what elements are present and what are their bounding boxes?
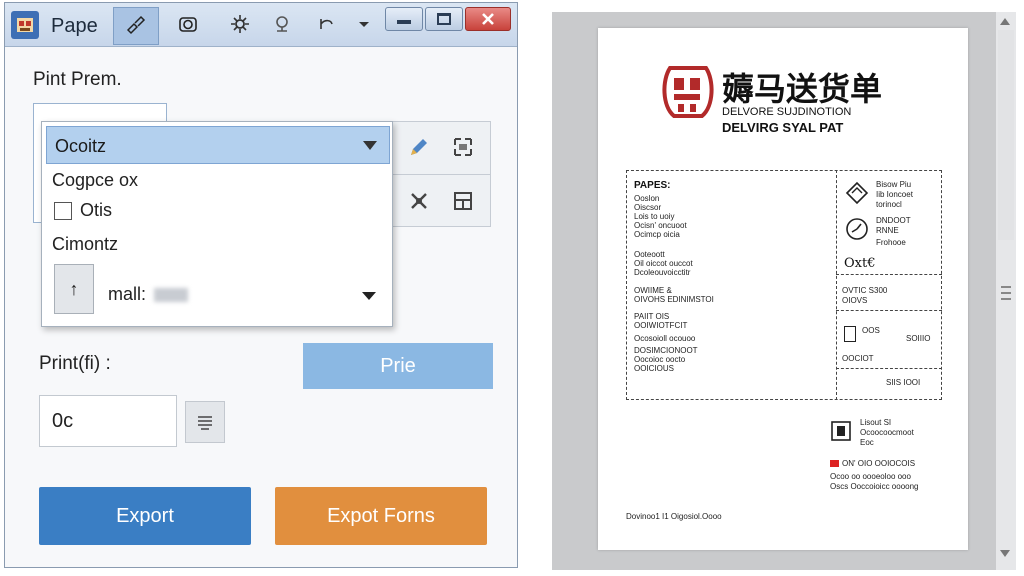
dropdown-selected-option[interactable]: Ocoitz — [46, 126, 390, 164]
print-field-label: Print(fi) : — [39, 353, 111, 374]
row-divider — [836, 310, 942, 311]
text-line: Bisow Piu — [876, 180, 912, 189]
print-preview-label: Pint Prem. — [33, 69, 122, 90]
maximize-icon — [437, 13, 451, 25]
text-line: Ocimcp oicia — [634, 230, 680, 239]
column-divider — [836, 170, 837, 400]
handwritten-note: Oxt€ — [844, 256, 876, 271]
text-line: Dcoleouvoicctitr — [634, 268, 691, 277]
list-options-button[interactable] — [185, 401, 225, 443]
move-up-button[interactable]: ↑ — [54, 264, 94, 314]
tool-panel — [385, 121, 491, 227]
mail-value-redacted — [154, 288, 188, 302]
text-line: Oscs Ooccoioicc oooong — [830, 482, 919, 491]
document-title: 薅马送货单 — [722, 71, 883, 107]
pencil-icon[interactable] — [404, 132, 434, 162]
maximize-button[interactable] — [425, 7, 463, 31]
text-line: OIOVS — [842, 296, 868, 305]
document-page: 薅马送货单 DELVORE SUJDINOTION DELVIRG SYAL P… — [598, 28, 968, 550]
app-icon — [11, 11, 39, 39]
text-line: DNDOOT — [876, 216, 911, 225]
bottom-note: Dovinoo1 I1 Oigosiol.Oooo — [626, 512, 722, 521]
scroll-up-icon[interactable] — [1000, 18, 1010, 25]
text-line: Ocoocoocmoot — [860, 428, 914, 437]
print-button[interactable]: Prie — [303, 343, 493, 389]
row-divider — [836, 368, 942, 369]
selected-option-label: Ocoitz — [55, 136, 107, 156]
text-line: OOICIOUS — [634, 364, 675, 373]
text-line: SOIIIO — [906, 334, 931, 343]
arrow-up-icon: ↑ — [69, 278, 79, 299]
draw-icon[interactable] — [121, 9, 151, 39]
title-bar: Pape — [5, 3, 517, 47]
print-dialog-window: Pape Pint Prem. Ocoitz Cogpce ox Otis Ci… — [4, 2, 518, 568]
option-checkbox[interactable] — [54, 202, 72, 220]
text-line: RNNE — [876, 226, 899, 235]
document-subtitle-bold: DELVIRG SYAL PAT — [722, 120, 844, 135]
settings-icon[interactable] — [225, 9, 255, 39]
close-icon — [482, 13, 494, 25]
dropdown-popup: Ocoitz Cogpce ox Otis Cimontz ↑ mall: — [41, 121, 393, 327]
text-line: ON' OIO OOIOCOIS — [842, 459, 916, 468]
text-line: OOIWIOTFCIT — [634, 321, 688, 330]
dropdown-arrow-icon[interactable] — [363, 141, 377, 150]
red-marker — [830, 460, 839, 467]
text-line: Lisout SI — [860, 418, 892, 427]
minimize-button[interactable] — [385, 7, 423, 31]
document-icon — [844, 326, 856, 342]
globe-icon[interactable] — [267, 9, 297, 39]
stamp-icon — [831, 421, 851, 441]
text-line: Eoc — [860, 438, 874, 447]
text-line: OOS — [862, 326, 880, 335]
scrollbar-grip-icon[interactable] — [1000, 282, 1012, 312]
checkbox-label: Otis — [80, 200, 113, 220]
export-button[interactable]: Export — [39, 487, 251, 545]
text-line: torinocl — [876, 200, 902, 209]
mail-dropdown-arrow-icon[interactable] — [362, 292, 376, 300]
frame-icon[interactable] — [448, 132, 478, 162]
mail-label: mall: — [108, 284, 147, 304]
tools-icon[interactable] — [404, 186, 434, 216]
text-line: SIIS IOOI — [886, 378, 921, 387]
company-logo — [662, 66, 714, 118]
text-line: OVTIC S300 — [842, 286, 888, 295]
list-icon — [198, 416, 212, 430]
text-line: Iib Ioncoet — [876, 190, 913, 199]
scrollbar-thumb[interactable] — [998, 30, 1014, 240]
document-subtitle: DELVORE SUJDINOTION — [722, 106, 852, 118]
chevron-down-icon[interactable] — [349, 9, 379, 39]
text-line: OOCIOT — [842, 354, 874, 363]
export-forms-button[interactable]: Expot Forns — [275, 487, 487, 545]
dropdown-option[interactable]: Cogpce ox — [52, 170, 138, 191]
copies-input[interactable] — [39, 395, 177, 447]
text-line: Frohooe — [876, 238, 906, 247]
package-icon — [845, 181, 869, 205]
tool-divider — [386, 174, 490, 175]
app-name: Pape — [51, 15, 98, 37]
papers-heading: PAPES: — [634, 180, 671, 191]
text-line: Ocoo oo oooeoloo ooo — [830, 472, 911, 481]
clock-icon — [846, 218, 868, 240]
close-button[interactable] — [465, 7, 511, 31]
text-line: OIVOHS EDINIMSTOI — [634, 295, 714, 304]
scroll-down-icon[interactable] — [1000, 550, 1010, 557]
camera-icon[interactable] — [173, 9, 203, 39]
layout-icon[interactable] — [448, 186, 478, 216]
text-line: Ocosoioll ocouoo — [634, 334, 696, 343]
undo-icon[interactable] — [311, 9, 341, 39]
dropdown-option[interactable]: Cimontz — [52, 234, 118, 255]
minimize-icon — [397, 20, 411, 24]
row-divider — [836, 274, 942, 275]
